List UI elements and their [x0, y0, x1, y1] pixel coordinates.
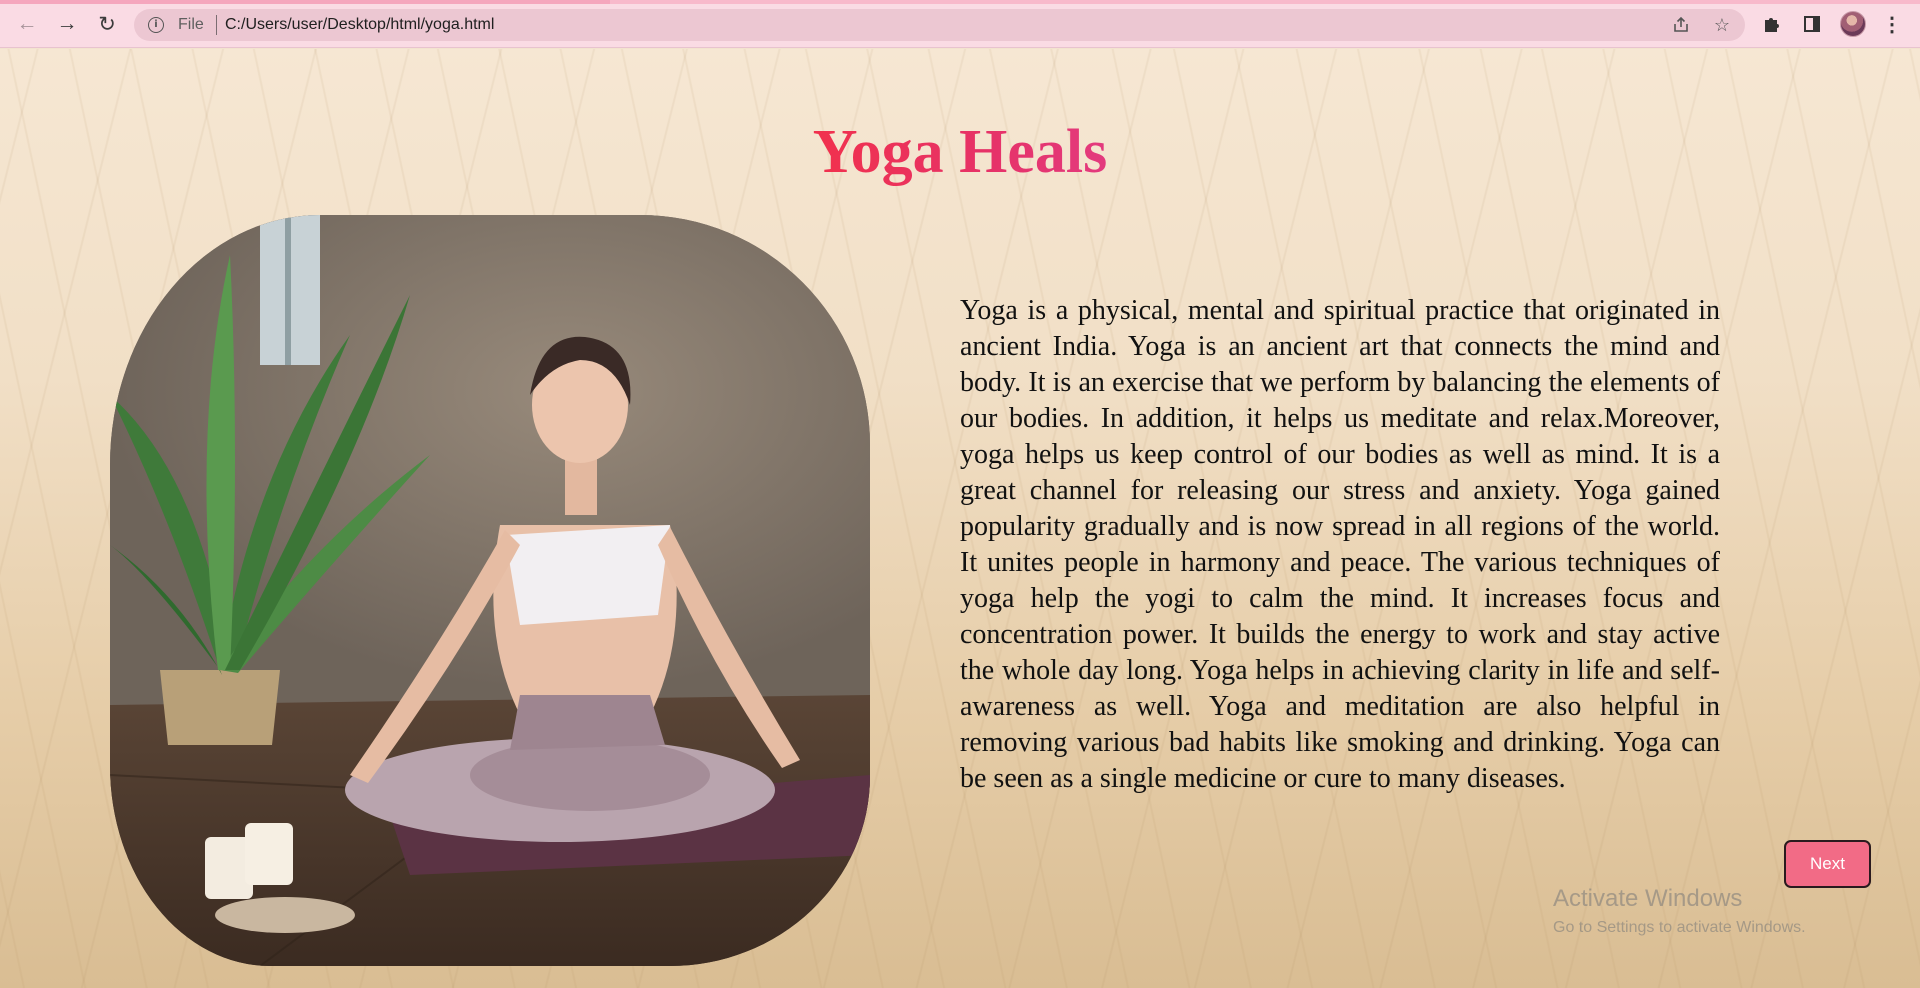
- share-icon[interactable]: [1670, 14, 1692, 36]
- arrow-left-icon[interactable]: ←: [13, 10, 41, 38]
- loading-bar: [0, 0, 1920, 4]
- scheme-label: File: [178, 16, 204, 33]
- watermark-title: Activate Windows: [1553, 885, 1743, 912]
- windows-activation-watermark: Activate Windows Go to Settings to activ…: [1553, 885, 1806, 937]
- address-bar[interactable]: i File C:/Users/user/Desktop/html/yoga.h…: [134, 9, 1745, 41]
- separator: [216, 15, 217, 35]
- puzzle-icon[interactable]: [1759, 11, 1785, 37]
- side-panel-icon[interactable]: [1799, 11, 1825, 37]
- page-background: Yoga Heals Yoga is a physical, mental an…: [0, 49, 1920, 988]
- page-title: Yoga Heals: [812, 118, 1108, 186]
- yoga-paragraph: Yoga is a physical, mental and spiritual…: [960, 295, 1720, 794]
- next-button[interactable]: Next: [1784, 840, 1871, 888]
- reload-icon[interactable]: ↻: [93, 10, 121, 38]
- star-icon[interactable]: ☆: [1711, 14, 1733, 36]
- arrow-right-icon[interactable]: →: [53, 10, 81, 38]
- info-icon[interactable]: i: [148, 17, 164, 33]
- browser-toolbar: ← → ↻ i File C:/Users/user/Desktop/html/…: [0, 0, 1920, 48]
- kebab-menu-icon[interactable]: ⋮: [1879, 11, 1905, 37]
- avatar-icon[interactable]: [1840, 11, 1866, 37]
- watermark-subtitle: Go to Settings to activate Windows.: [1553, 919, 1806, 936]
- url-text[interactable]: C:/Users/user/Desktop/html/yoga.html: [225, 16, 494, 34]
- woman-meditating-photo: [110, 215, 870, 966]
